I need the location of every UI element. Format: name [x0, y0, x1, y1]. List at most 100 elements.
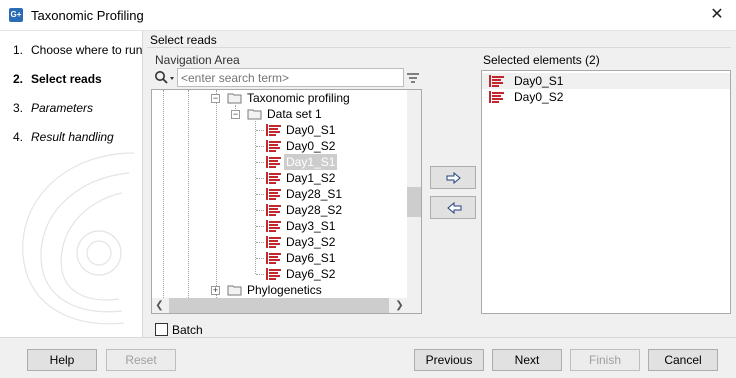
sequence-list-icon — [266, 172, 281, 184]
sequence-list-icon — [266, 252, 281, 264]
tree-guide-line — [256, 274, 264, 275]
tree-guide-line — [256, 210, 264, 211]
batch-checkbox[interactable] — [155, 323, 168, 336]
selected-elements-list[interactable]: Day0_S1 Day0_S2 — [481, 70, 731, 314]
tree-vertical-scrollbar[interactable] — [407, 90, 421, 298]
arrow-right-icon — [446, 172, 461, 184]
sequence-list-icon — [266, 236, 281, 248]
cancel-button[interactable]: Cancel — [648, 349, 718, 371]
tree-item-day1-s1[interactable]: Day1_S1 — [152, 154, 407, 170]
navigation-tree[interactable]: − Taxonomic profiling − Data set 1 Day0_… — [151, 89, 422, 314]
batch-label: Batch — [172, 323, 203, 337]
tree-item-label: Phylogenetics — [247, 283, 322, 297]
sequence-list-icon — [266, 188, 281, 200]
search-icon[interactable] — [154, 70, 176, 86]
folder-open-icon — [227, 93, 242, 104]
tree-item-label: Day3_S1 — [286, 219, 336, 233]
tree-item-day0-s2[interactable]: Day0_S2 — [152, 138, 407, 154]
expand-icon[interactable]: + — [211, 286, 220, 295]
step-choose-where-to-run: 1. Choose where to run — [13, 43, 142, 57]
tree-guide-line — [256, 130, 264, 131]
tree-item-label: Taxonomic profiling — [247, 91, 350, 105]
tree-item-day6-s1[interactable]: Day6_S1 — [152, 250, 407, 266]
tree-item-day3-s1[interactable]: Day3_S1 — [152, 218, 407, 234]
next-button[interactable]: Next — [492, 349, 562, 371]
tree-folder-phylogenetics[interactable]: + Phylogenetics — [152, 282, 407, 298]
close-icon[interactable]: ✕ — [708, 6, 726, 24]
tree-item-label: Data set 1 — [267, 107, 322, 121]
tree-item-label: Day6_S2 — [286, 267, 336, 281]
arrow-left-icon — [447, 202, 462, 214]
step-number: 2. — [13, 72, 24, 86]
remove-from-selection-button[interactable] — [430, 196, 476, 219]
sequence-list-icon — [266, 268, 281, 280]
scrollbar-thumb[interactable] — [407, 187, 421, 217]
tree-guide-line — [256, 242, 264, 243]
step-label: Result handling — [31, 130, 114, 144]
decorative-swirl-icon — [22, 152, 135, 325]
step-label: Parameters — [31, 101, 94, 115]
tree-guide-line — [256, 226, 264, 227]
sequence-list-icon — [266, 140, 281, 152]
sequence-list-icon — [489, 91, 504, 103]
step-number: 3. — [13, 101, 24, 115]
reset-button[interactable]: Reset — [106, 349, 176, 371]
title-bar: G+ Taxonomic Profiling ✕ — [0, 0, 736, 31]
folder-open-icon — [247, 109, 262, 120]
navigation-area-label: Navigation Area — [155, 53, 240, 67]
finish-button[interactable]: Finish — [570, 349, 640, 371]
tree-item-label: Day1_S1 — [284, 154, 338, 170]
step-select-reads: 2. Select reads — [13, 72, 102, 86]
search-input[interactable] — [177, 68, 404, 87]
tree-item-day3-s2[interactable]: Day3_S2 — [152, 234, 407, 250]
tree-guide-line — [256, 178, 264, 179]
window-title: Taxonomic Profiling — [31, 8, 144, 23]
tree-guide-line — [256, 258, 264, 259]
tree-horizontal-scrollbar[interactable]: ❮ ❯ — [152, 298, 421, 313]
selected-item-day0-s2[interactable]: Day0_S2 — [482, 89, 730, 105]
step-label: Choose where to run — [31, 43, 143, 57]
tree-item-label: Day3_S2 — [286, 235, 336, 249]
tree-item-day6-s2[interactable]: Day6_S2 — [152, 266, 407, 282]
tree-item-label: Day0_S1 — [286, 123, 336, 137]
tree-guide-line — [256, 194, 264, 195]
tree-guide-line — [256, 146, 264, 147]
sequence-list-icon — [266, 220, 281, 232]
selected-item-label: Day0_S2 — [514, 90, 564, 104]
group-title: Select reads — [150, 33, 217, 47]
collapse-icon[interactable]: − — [211, 94, 220, 103]
sequence-list-icon — [489, 75, 504, 87]
selected-item-day0-s1[interactable]: Day0_S1 — [482, 73, 730, 89]
sequence-list-icon — [266, 124, 281, 136]
selected-elements-label: Selected elements (2) — [483, 53, 600, 67]
app-logo-icon: G+ — [9, 8, 23, 22]
filter-menu-icon[interactable] — [406, 71, 420, 85]
step-number: 1. — [13, 43, 24, 57]
folder-icon — [227, 285, 242, 296]
scrollbar-thumb[interactable] — [169, 298, 389, 313]
previous-button[interactable]: Previous — [414, 349, 484, 371]
tree-item-label: Day0_S2 — [286, 139, 336, 153]
tree-item-label: Day1_S2 — [286, 171, 336, 185]
collapse-icon[interactable]: − — [231, 110, 240, 119]
tree-item-day28-s2[interactable]: Day28_S2 — [152, 202, 407, 218]
tree-item-label: Day6_S1 — [286, 251, 336, 265]
step-number: 4. — [13, 130, 24, 144]
scroll-left-icon[interactable]: ❮ — [152, 298, 167, 313]
step-result-handling: 4. Result handling — [13, 130, 114, 144]
help-button[interactable]: Help — [27, 349, 97, 371]
scroll-right-icon[interactable]: ❯ — [392, 298, 407, 313]
tree-item-day0-s1[interactable]: Day0_S1 — [152, 122, 407, 138]
tree-item-day28-s1[interactable]: Day28_S1 — [152, 186, 407, 202]
group-divider — [147, 47, 731, 48]
sequence-list-icon — [266, 156, 281, 168]
footer-divider — [0, 337, 736, 338]
tree-folder-data-set-1[interactable]: − Data set 1 — [152, 106, 407, 122]
add-to-selection-button[interactable] — [430, 166, 476, 189]
tree-folder-taxonomic-profiling[interactable]: − Taxonomic profiling — [152, 90, 407, 106]
step-label: Select reads — [31, 72, 102, 86]
step-parameters: 3. Parameters — [13, 101, 93, 115]
tree-item-day1-s2[interactable]: Day1_S2 — [152, 170, 407, 186]
tree-item-label: Day28_S1 — [286, 187, 343, 201]
wizard-steps: 1. Choose where to run 2. Select reads 3. P… — [0, 31, 143, 337]
